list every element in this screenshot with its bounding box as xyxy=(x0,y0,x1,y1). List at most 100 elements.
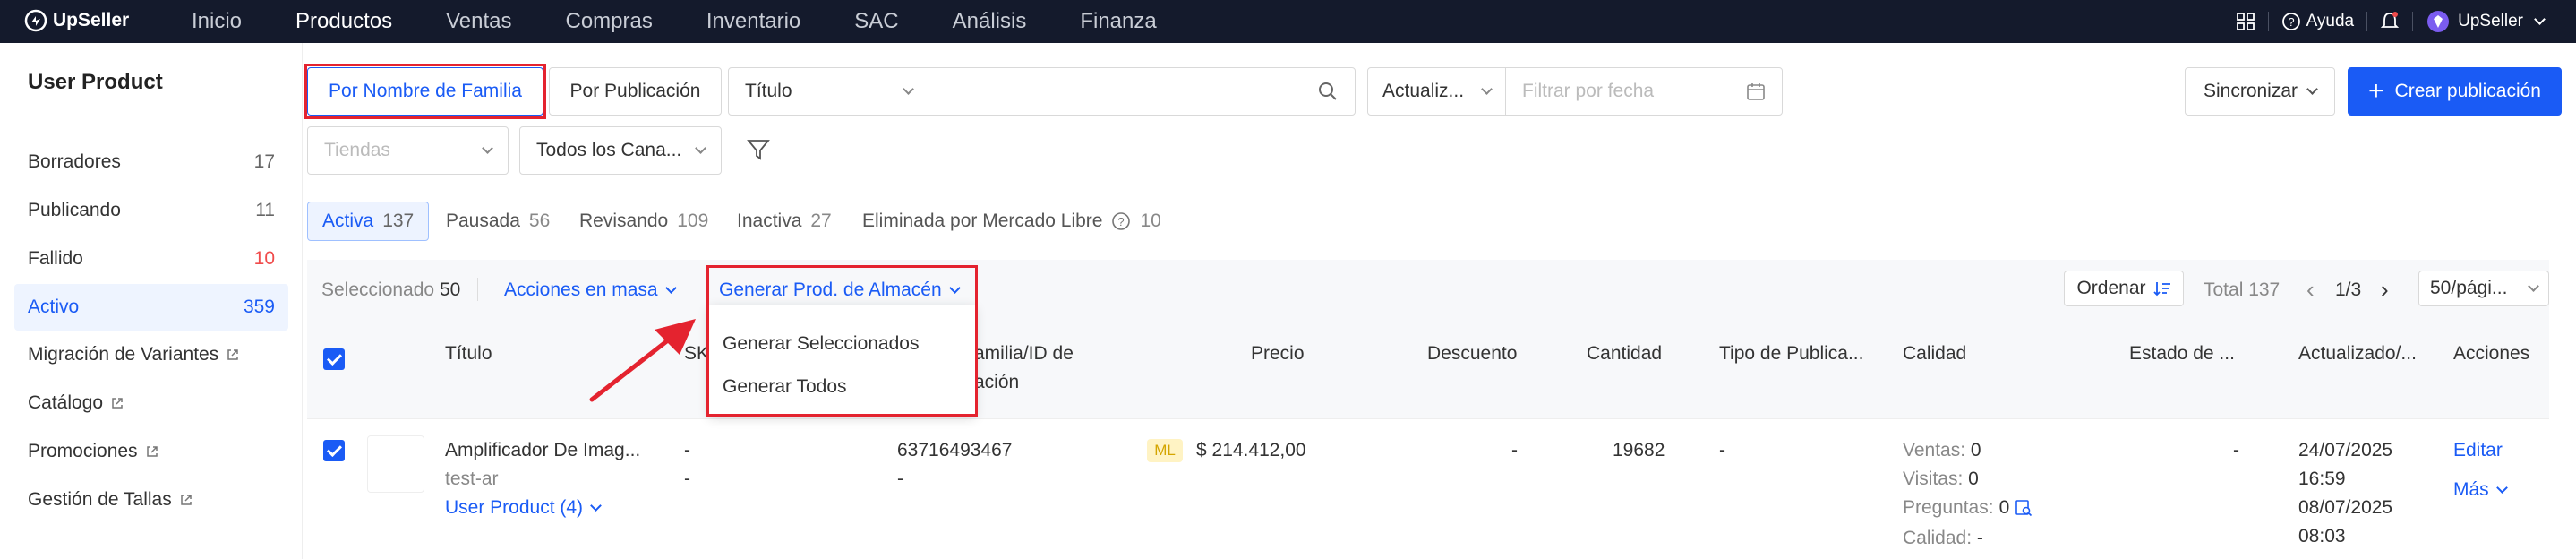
help-label[interactable]: Ayuda xyxy=(2306,12,2355,31)
state-value: - xyxy=(2233,440,2239,460)
highlight-box-dropdown xyxy=(706,265,978,417)
tab-count: 10 xyxy=(1140,211,1161,231)
title-field-select[interactable]: Título xyxy=(728,67,929,116)
visits-label: Visitas: xyxy=(1903,469,1964,489)
search-icon[interactable] xyxy=(1317,81,1339,102)
per-page-select[interactable]: 50/pági... xyxy=(2418,271,2549,306)
bulk-actions-button[interactable]: Acciones en masa xyxy=(504,275,677,305)
filter-icon[interactable] xyxy=(746,137,771,162)
tab-eliminada[interactable]: Eliminada por Mercado Libre ? 10 xyxy=(848,202,1176,241)
user-product-link[interactable]: User Product (4) xyxy=(445,493,602,522)
prev-page-icon[interactable]: ‹ xyxy=(2306,275,2315,305)
sku-value: - xyxy=(684,440,690,460)
tab-pausada[interactable]: Pausada 56 xyxy=(432,202,564,241)
sidebar-item-publicando[interactable]: Publicando 11 xyxy=(14,187,288,234)
more-label: Más xyxy=(2453,479,2489,500)
sidebar-item-label: Publicando xyxy=(28,200,121,220)
nav-inicio[interactable]: Inicio xyxy=(192,0,242,43)
tab-label: Pausada xyxy=(446,211,520,231)
sidebar-link-tallas[interactable]: Gestión de Tallas xyxy=(28,489,193,511)
nav-productos[interactable]: Productos xyxy=(295,0,392,43)
user-chevron-icon[interactable] xyxy=(2534,13,2546,25)
date-placeholder: Filtrar por fecha xyxy=(1522,81,1655,101)
updated-date: 08/07/2025 xyxy=(2298,497,2393,518)
date-filter-input[interactable]: Filtrar por fecha xyxy=(1505,67,1783,116)
chevron-down-icon xyxy=(2528,280,2539,292)
sidebar-link-catalogo[interactable]: Catálogo xyxy=(28,392,124,414)
chevron-down-icon xyxy=(482,142,493,154)
row-checkbox[interactable] xyxy=(323,440,345,461)
selected-info: Seleccionado 50 xyxy=(321,275,460,305)
col-updated[interactable]: Actualizado/... xyxy=(2298,343,2417,365)
user-name[interactable]: UpSeller xyxy=(2458,12,2523,31)
tab-inactiva[interactable]: Inactiva 27 xyxy=(723,202,846,241)
external-link-icon xyxy=(146,446,158,457)
help-icon[interactable]: ? xyxy=(2281,12,2301,31)
select-all-checkbox[interactable] xyxy=(323,348,345,370)
highlight-box xyxy=(304,64,546,119)
tab-activa[interactable]: Activa 137 xyxy=(307,202,430,241)
col-title: Título xyxy=(445,343,492,364)
sync-button[interactable]: Sincronizar xyxy=(2185,67,2335,116)
upseller-logo[interactable]: UpSeller xyxy=(24,9,129,32)
chevron-down-icon xyxy=(590,499,602,512)
question-icon[interactable]: ? xyxy=(1111,211,1131,231)
nav-sac[interactable]: SAC xyxy=(854,0,898,43)
nav-compras[interactable]: Compras xyxy=(566,0,653,43)
total-count: Total 137 xyxy=(2204,280,2281,300)
sidebar-link-migracion[interactable]: Migración de Variantes xyxy=(28,344,240,366)
more-actions-button[interactable]: Más xyxy=(2453,475,2508,504)
sync-label: Sincronizar xyxy=(2203,81,2298,101)
product-title[interactable]: Amplificador De Imag... xyxy=(445,435,640,465)
sales-value: 0 xyxy=(1970,440,1981,460)
nav-analisis[interactable]: Análisis xyxy=(953,0,1027,43)
quality-stat: Calidad: - xyxy=(1903,523,1983,553)
notification-bell-icon[interactable] xyxy=(2380,11,2400,32)
page-indicator: 1/3 xyxy=(2335,280,2362,300)
discount-value: - xyxy=(1511,440,1518,460)
tab-revisando[interactable]: Revisando 109 xyxy=(565,202,723,241)
col-quantity[interactable]: Cantidad xyxy=(1587,343,1662,365)
plus-icon: + xyxy=(2368,76,2384,106)
visits-stat: Visitas: 0 xyxy=(1903,464,1979,494)
publication-type-value: - xyxy=(1719,440,1725,460)
sort-button[interactable]: Ordenar xyxy=(2064,271,2184,306)
created-date: 24/07/2025 xyxy=(2298,440,2393,460)
apps-grid-icon[interactable] xyxy=(2236,12,2255,31)
sidebar-item-fallido[interactable]: Fallido 10 xyxy=(14,236,288,282)
col-actions: Acciones xyxy=(2453,343,2530,364)
create-publication-label: Crear publicación xyxy=(2394,81,2541,101)
sidebar-item-activo[interactable]: Activo 359 xyxy=(14,284,288,331)
user-avatar-icon[interactable] xyxy=(2426,9,2451,34)
nav-inventario[interactable]: Inventario xyxy=(706,0,800,43)
created-time: 16:59 xyxy=(2298,469,2346,489)
edit-link[interactable]: Editar xyxy=(2453,435,2503,465)
questions-search-icon[interactable] xyxy=(2015,499,2033,517)
nav-ventas[interactable]: Ventas xyxy=(446,0,511,43)
sidebar-link-label: Gestión de Tallas xyxy=(28,489,172,510)
col-price[interactable]: Precio xyxy=(1251,343,1305,365)
sidebar-item-label: Borradores xyxy=(28,151,121,172)
create-publication-button[interactable]: + Crear publicación xyxy=(2348,67,2562,116)
bulk-actions-label: Acciones en masa xyxy=(504,280,658,300)
tab-label: Revisando xyxy=(579,211,669,231)
sales-label: Ventas: xyxy=(1903,440,1966,460)
sidebar-link-promociones[interactable]: Promociones xyxy=(28,441,159,462)
chevron-down-icon xyxy=(903,83,914,95)
quantity-value: 19682 xyxy=(1613,440,1665,460)
stores-select[interactable]: Tiendas xyxy=(307,126,509,175)
sort-label: Ordenar xyxy=(2076,278,2146,298)
search-input[interactable] xyxy=(929,67,1356,116)
quality-value: - xyxy=(1976,528,1983,548)
tab-count: 137 xyxy=(382,211,415,231)
sidebar-item-borradores[interactable]: Borradores 17 xyxy=(14,139,288,185)
chevron-down-icon xyxy=(1481,83,1493,95)
per-page-value: 50/pági... xyxy=(2430,278,2508,298)
next-page-icon[interactable]: › xyxy=(2381,275,2389,305)
date-type-select[interactable]: Actualiz... xyxy=(1367,67,1506,116)
nav-finanza[interactable]: Finanza xyxy=(1080,0,1156,43)
channels-value: Todos los Cana... xyxy=(536,140,682,160)
channels-select[interactable]: Todos los Cana... xyxy=(519,126,722,175)
product-thumbnail[interactable] xyxy=(367,435,424,493)
by-publication-toggle[interactable]: Por Publicación xyxy=(549,67,722,116)
